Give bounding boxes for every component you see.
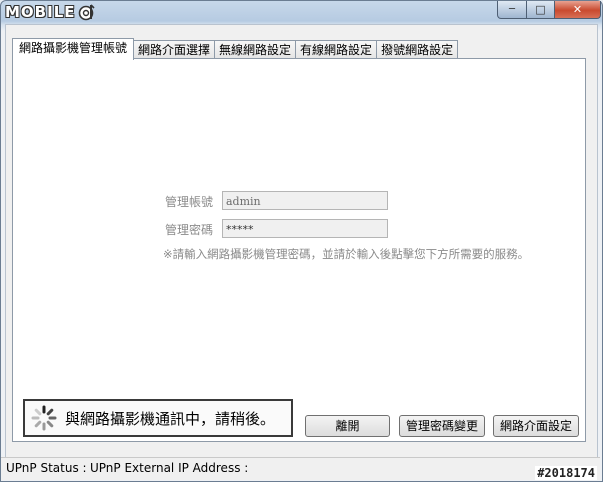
status-message: 與網路攝影機通訊中，請稍後。 — [65, 409, 276, 428]
connecting-status: 與網路攝影機通訊中，請稍後。 — [23, 399, 293, 437]
close-icon: ✕ — [572, 3, 583, 16]
tab-strip: 網路攝影機管理帳號 網路介面選擇 無線網路設定 有線網路設定 撥號網路設定 — [12, 38, 459, 60]
close-button[interactable]: ✕ — [554, 1, 601, 19]
tab-camera-account[interactable]: 網路攝影機管理帳號 — [12, 38, 135, 60]
mobile01-logo-icon — [78, 4, 95, 21]
brand-logo: MOBILE — [5, 3, 96, 21]
interface-settings-button[interactable]: 網路介面設定 — [493, 415, 579, 437]
status-bar: UPnP Status : UPnP External IP Address : — [1, 457, 600, 480]
maximize-button[interactable]: □ — [526, 1, 555, 19]
loading-spinner-icon — [31, 405, 57, 431]
title-bar[interactable]: MOBILE ─ □ ✕ — [1, 1, 602, 23]
minimize-button[interactable]: ─ — [497, 1, 527, 19]
brand-text: MOBILE — [5, 3, 76, 21]
password-field[interactable]: ***** — [222, 219, 388, 238]
tab-dialup-settings[interactable]: 撥號網路設定 — [376, 40, 459, 59]
password-label: 管理密碼 — [165, 223, 214, 237]
leave-button[interactable]: 離開 — [305, 415, 390, 437]
tab-wireless-settings[interactable]: 無線網路設定 — [214, 40, 297, 59]
upnp-external-ip: UPnP External IP Address : — [90, 461, 249, 475]
change-password-button[interactable]: 管理密碼變更 — [399, 415, 485, 437]
tab-wired-settings[interactable]: 有線網路設定 — [295, 40, 378, 59]
upnp-status: UPnP Status : — [6, 461, 87, 475]
maximize-icon: □ — [535, 3, 546, 16]
account-label: 管理帳號 — [165, 195, 214, 209]
tab-interface-select[interactable]: 網路介面選擇 — [133, 40, 216, 59]
image-watermark: #2018174 — [535, 466, 597, 480]
instruction-note: ※請輸入網路攝影機管理密碼，並請於輸入後點擊您下方所需要的服務。 — [163, 247, 530, 261]
account-field[interactable]: admin — [222, 191, 388, 210]
minimize-icon: ─ — [508, 4, 516, 15]
